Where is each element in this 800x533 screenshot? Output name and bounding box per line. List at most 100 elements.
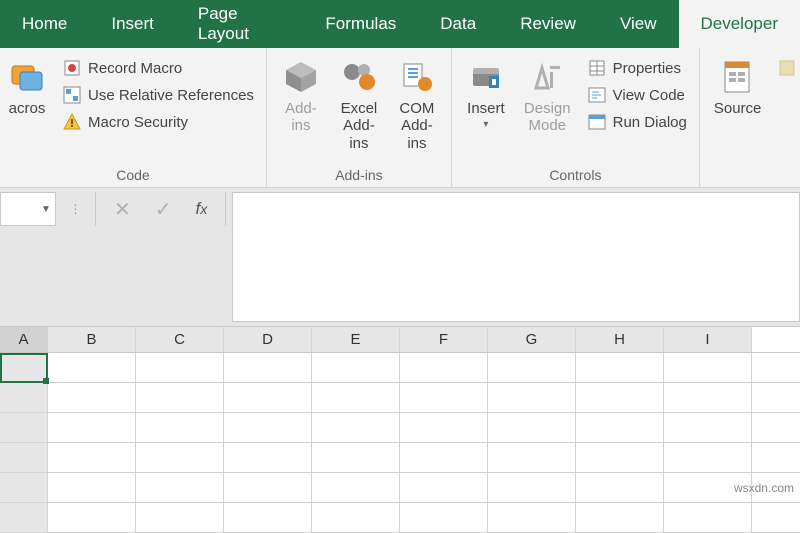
cell[interactable] (400, 413, 488, 442)
tab-developer[interactable]: Developer (679, 0, 800, 48)
formula-input[interactable] (232, 192, 800, 322)
enter-formula-button[interactable]: ✓ (155, 197, 172, 222)
cell[interactable] (136, 383, 224, 412)
cell[interactable] (400, 353, 488, 382)
cell[interactable] (0, 503, 48, 532)
chevron-down-icon: ▼ (37, 204, 55, 215)
cell[interactable] (488, 503, 576, 532)
cell[interactable] (0, 383, 48, 412)
cell[interactable] (136, 353, 224, 382)
cell[interactable] (312, 413, 400, 442)
cell[interactable] (312, 473, 400, 502)
cell[interactable] (664, 443, 752, 472)
view-code-button[interactable]: View Code (583, 83, 691, 107)
cell[interactable] (0, 413, 48, 442)
view-code-icon (587, 85, 607, 105)
cell[interactable] (400, 383, 488, 412)
excel-addins-icon (340, 58, 378, 96)
xml-partial-1[interactable] (773, 56, 800, 80)
design-mode-label: Design Mode (524, 100, 571, 135)
insert-function-button[interactable]: fx (196, 199, 208, 219)
cell[interactable] (136, 503, 224, 532)
cell[interactable] (224, 383, 312, 412)
cell[interactable] (312, 503, 400, 532)
source-button[interactable]: Source (708, 54, 768, 117)
cell[interactable] (664, 353, 752, 382)
cell[interactable] (224, 413, 312, 442)
insert-control-button[interactable]: Insert ▾ (460, 54, 512, 131)
tab-insert[interactable]: Insert (89, 0, 176, 48)
cell[interactable] (664, 413, 752, 442)
name-box[interactable]: ▼ (0, 192, 56, 226)
tab-review[interactable]: Review (498, 0, 598, 48)
macro-security-button[interactable]: Macro Security (58, 110, 258, 134)
group-addins: Add- ins Excel Add-ins COM Add-ins Add-i… (267, 48, 452, 187)
com-addins-label: COM Add-ins (397, 100, 437, 152)
cell[interactable] (0, 473, 48, 502)
column-header-F[interactable]: F (400, 327, 488, 352)
cell[interactable] (224, 443, 312, 472)
formula-bar-row: ▼ ⋮ ✕ ✓ fx (0, 188, 800, 327)
cell[interactable] (0, 443, 48, 472)
cell[interactable] (312, 383, 400, 412)
cell[interactable] (488, 383, 576, 412)
cell[interactable] (48, 443, 136, 472)
tab-formulas[interactable]: Formulas (303, 0, 418, 48)
cell[interactable] (48, 353, 136, 382)
cell[interactable] (400, 473, 488, 502)
com-addins-button[interactable]: COM Add-ins (391, 54, 443, 152)
cell[interactable] (224, 503, 312, 532)
cell[interactable] (576, 503, 664, 532)
run-dialog-icon (587, 112, 607, 132)
visual-basic-button[interactable]: acros (8, 54, 52, 117)
column-header-H[interactable]: H (576, 327, 664, 352)
column-header-E[interactable]: E (312, 327, 400, 352)
cell[interactable] (576, 443, 664, 472)
cancel-formula-button[interactable]: ✕ (114, 197, 131, 222)
cell[interactable] (488, 353, 576, 382)
addins-button[interactable]: Add- ins (275, 54, 327, 135)
column-header-A[interactable]: A (0, 327, 48, 352)
cell[interactable] (136, 473, 224, 502)
cell[interactable] (576, 413, 664, 442)
cell[interactable] (488, 413, 576, 442)
com-addins-icon (398, 58, 436, 96)
column-header-C[interactable]: C (136, 327, 224, 352)
tab-home[interactable]: Home (0, 0, 89, 48)
cell[interactable] (664, 503, 752, 532)
cell[interactable] (400, 503, 488, 532)
cell[interactable] (312, 443, 400, 472)
cell[interactable] (224, 473, 312, 502)
cell[interactable] (400, 443, 488, 472)
cell[interactable] (48, 503, 136, 532)
column-header-D[interactable]: D (224, 327, 312, 352)
run-dialog-button[interactable]: Run Dialog (583, 110, 691, 134)
record-macro-icon (62, 58, 82, 78)
cell[interactable] (576, 383, 664, 412)
use-relative-references-button[interactable]: Use Relative References (58, 83, 258, 107)
cell[interactable] (136, 443, 224, 472)
column-header-G[interactable]: G (488, 327, 576, 352)
tab-view[interactable]: View (598, 0, 679, 48)
cell[interactable] (664, 383, 752, 412)
record-macro-button[interactable]: Record Macro (58, 56, 258, 80)
cell[interactable] (312, 353, 400, 382)
column-header-B[interactable]: B (48, 327, 136, 352)
excel-addins-button[interactable]: Excel Add-ins (333, 54, 385, 152)
design-mode-button[interactable]: Design Mode (518, 54, 577, 135)
tab-data[interactable]: Data (418, 0, 498, 48)
cell[interactable] (576, 353, 664, 382)
column-header-I[interactable]: I (664, 327, 752, 352)
cell[interactable] (48, 473, 136, 502)
cell[interactable] (488, 443, 576, 472)
cell[interactable] (488, 473, 576, 502)
properties-button[interactable]: Properties (583, 56, 691, 80)
record-macro-label: Record Macro (88, 60, 182, 77)
tab-page-layout[interactable]: Page Layout (176, 0, 304, 48)
cell[interactable] (48, 383, 136, 412)
cell[interactable] (48, 413, 136, 442)
cell[interactable] (136, 413, 224, 442)
cell[interactable] (224, 353, 312, 382)
cell[interactable] (576, 473, 664, 502)
cell[interactable] (0, 353, 48, 382)
